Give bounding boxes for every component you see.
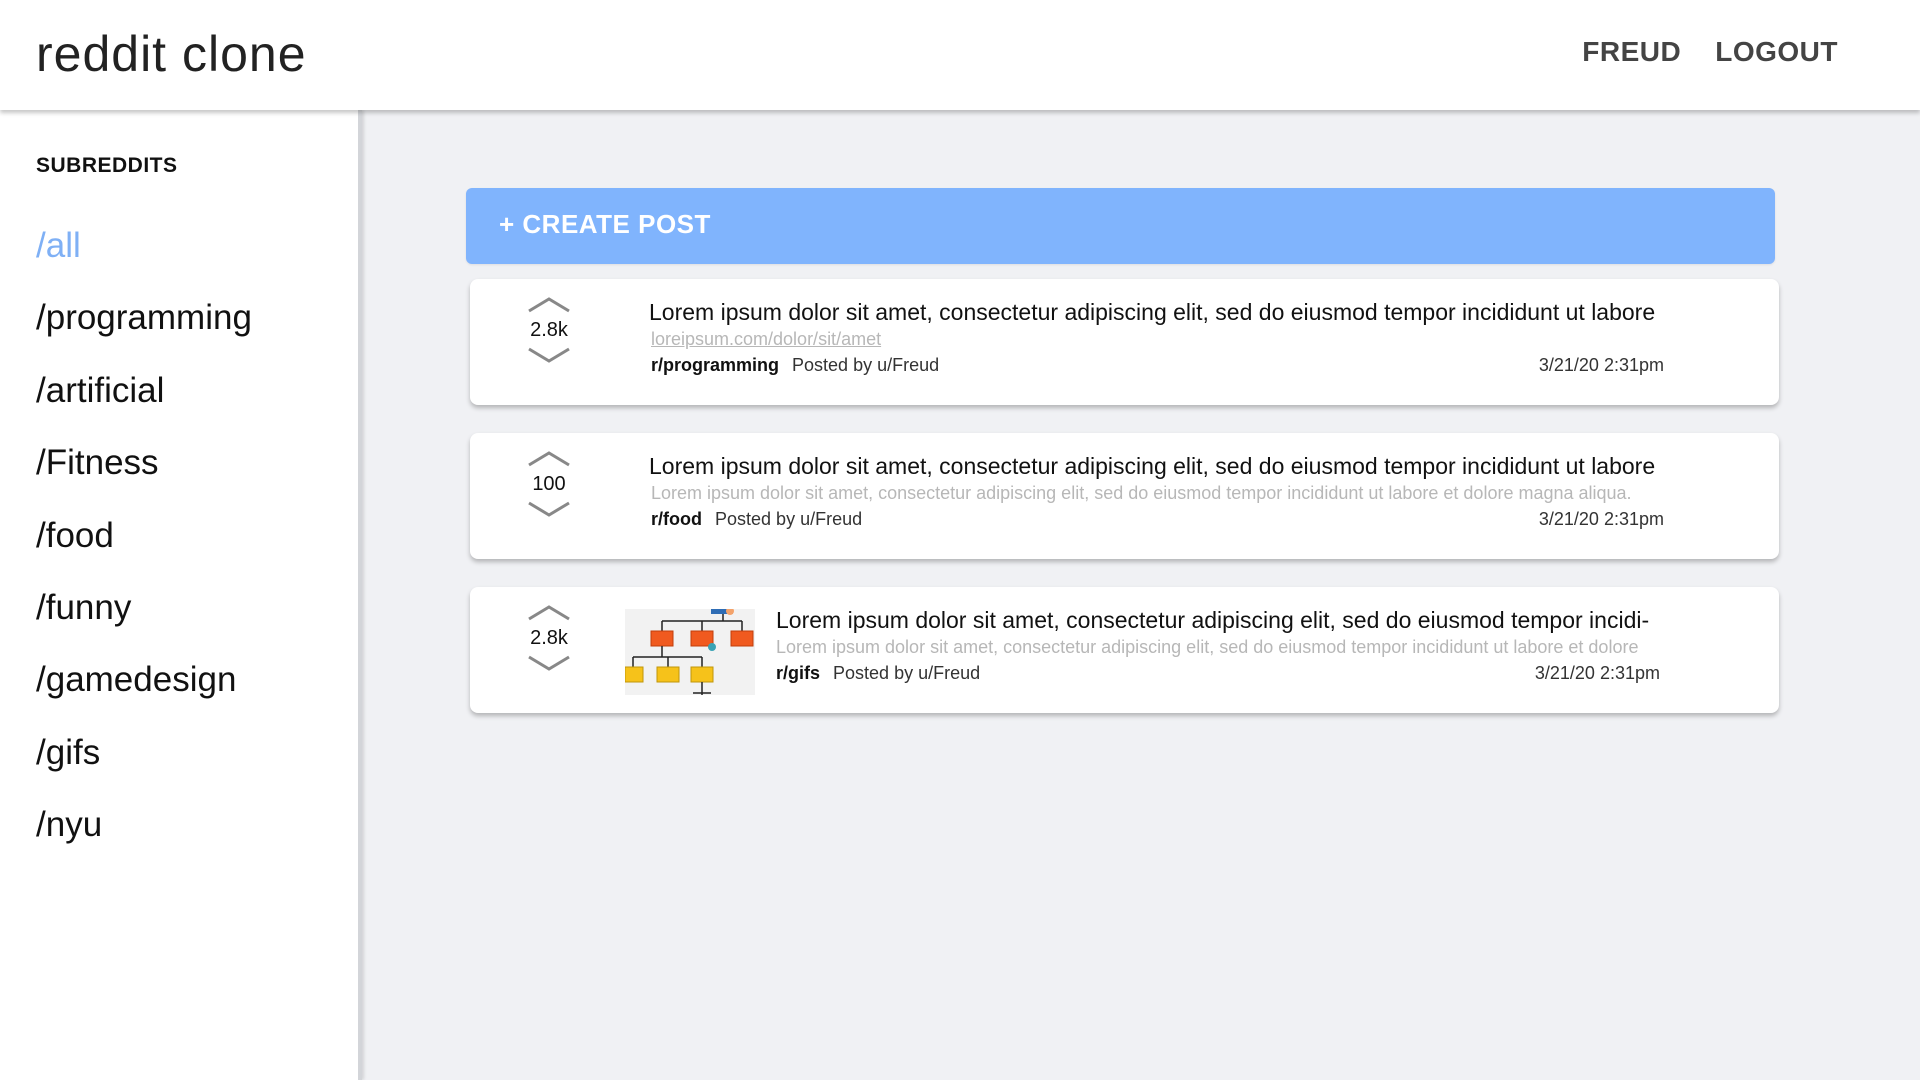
sidebar-item-nyu[interactable]: /nyu	[36, 789, 252, 861]
post-subreddit[interactable]: r/food	[651, 509, 702, 529]
sidebar-item-artificial[interactable]: /artificial	[36, 355, 252, 427]
logout-link[interactable]: LOGOUT	[1715, 36, 1838, 68]
sidebar-item-food[interactable]: /food	[36, 500, 252, 572]
sidebar-item-funny[interactable]: /funny	[36, 572, 252, 644]
post-subreddit[interactable]: r/gifs	[776, 663, 820, 683]
post-card[interactable]: 100 Lorem ipsum dolor sit amet, consecte…	[470, 433, 1779, 559]
vote-score: 2.8k	[530, 319, 568, 341]
vote-control: 2.8k	[525, 295, 573, 365]
sidebar-item-fitness[interactable]: /Fitness	[36, 427, 252, 499]
post-author: Posted by u/Freud	[715, 509, 863, 529]
user-link[interactable]: FREUD	[1582, 36, 1681, 68]
vote-score: 100	[532, 473, 566, 495]
subreddit-list: /all /programming /artificial /Fitness /…	[36, 210, 252, 862]
vote-control: 100	[525, 449, 573, 519]
sidebar-item-programming[interactable]: /programming	[36, 282, 252, 354]
post-author: Posted by u/Freud	[833, 663, 981, 683]
post-preview: Lorem ipsum dolor sit amet, consectetur …	[651, 483, 1632, 503]
flowchart-thumbnail	[625, 609, 755, 695]
vote-control: 2.8k	[525, 603, 573, 673]
post-link[interactable]: loreipsum.com/dolor/sit/amet	[651, 329, 881, 350]
post-date: 3/21/20 2:31pm	[1534, 663, 1660, 683]
post-meta: r/gifs Posted by u/Freud	[776, 663, 980, 684]
post-title[interactable]: Lorem ipsum dolor sit amet, consectetur …	[776, 607, 1649, 634]
header-nav: FREUD LOGOUT	[1582, 36, 1838, 68]
chevron-down-icon[interactable]	[526, 501, 572, 519]
post-meta: r/programming Posted by u/Freud	[651, 355, 939, 376]
post-thumbnail[interactable]	[625, 609, 755, 695]
sidebar-title: SUBREDDITS	[36, 154, 178, 177]
post-meta: r/food Posted by u/Freud	[651, 509, 862, 530]
sidebar: SUBREDDITS /all /programming /artificial…	[0, 110, 362, 1080]
post-preview: Lorem ipsum dolor sit amet, consectetur …	[776, 637, 1639, 657]
post-author: Posted by u/Freud	[792, 355, 940, 375]
chevron-down-icon[interactable]	[526, 655, 572, 673]
chevron-down-icon[interactable]	[526, 347, 572, 365]
top-header: reddit clone FREUD LOGOUT	[0, 0, 1920, 110]
create-post-button[interactable]: + CREATE POST	[466, 188, 1775, 264]
vote-score: 2.8k	[530, 627, 568, 649]
post-card[interactable]: 2.8k Lorem ipsum dolor sit amet, consect…	[470, 587, 1779, 713]
brand-logo[interactable]: reddit clone	[36, 24, 307, 84]
chevron-up-icon[interactable]	[526, 603, 572, 621]
chevron-up-icon[interactable]	[526, 449, 572, 467]
post-date: 3/21/20 2:31pm	[1538, 509, 1664, 529]
sidebar-item-all[interactable]: /all	[36, 210, 252, 282]
post-title[interactable]: Lorem ipsum dolor sit amet, consectetur …	[649, 299, 1655, 326]
sidebar-item-gifs[interactable]: /gifs	[36, 717, 252, 789]
post-subreddit[interactable]: r/programming	[651, 355, 779, 375]
post-card[interactable]: 2.8k Lorem ipsum dolor sit amet, consect…	[470, 279, 1779, 405]
sidebar-item-gamedesign[interactable]: /gamedesign	[36, 644, 252, 716]
post-date: 3/21/20 2:31pm	[1538, 355, 1664, 375]
chevron-up-icon[interactable]	[526, 295, 572, 313]
post-title[interactable]: Lorem ipsum dolor sit amet, consectetur …	[649, 453, 1655, 480]
